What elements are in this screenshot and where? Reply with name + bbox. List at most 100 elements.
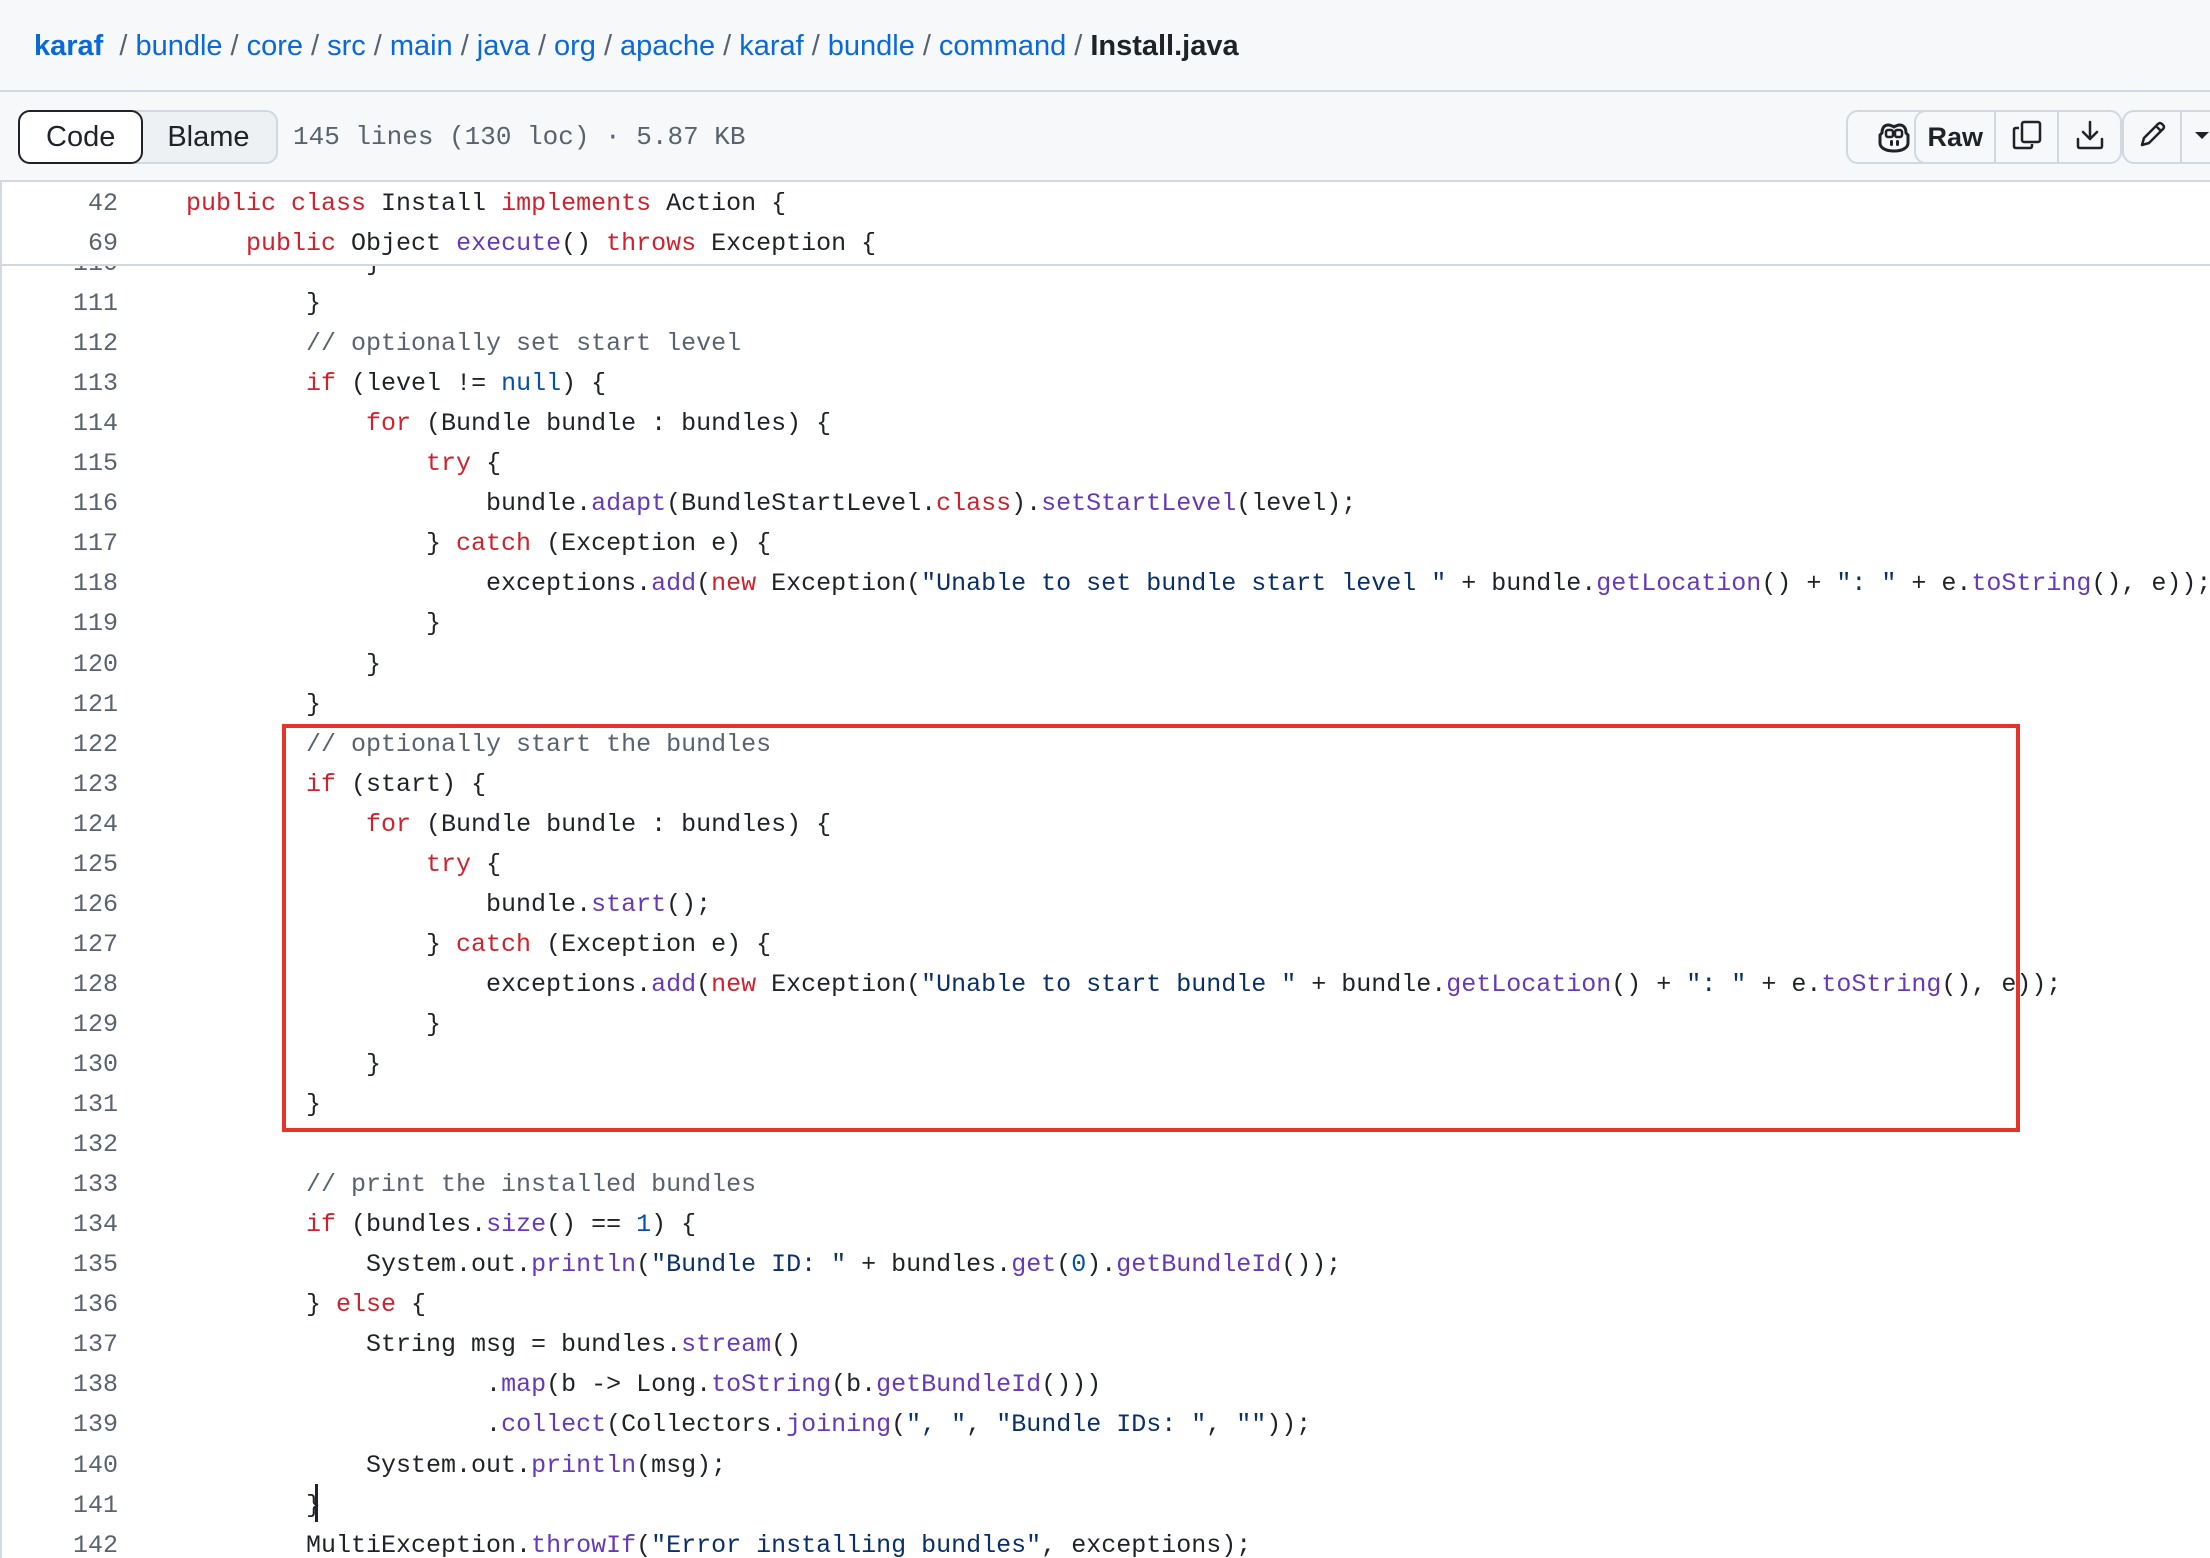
raw-button[interactable]: Raw	[1916, 112, 1997, 162]
line-number[interactable]: 142	[18, 1526, 118, 1558]
code-token: new	[711, 969, 757, 999]
line-number[interactable]: 112	[18, 324, 118, 364]
breadcrumb-link-bundle[interactable]: bundle	[135, 30, 222, 62]
line-number[interactable]: 111	[18, 284, 118, 324]
code-token: (level !=	[336, 369, 502, 399]
line-code: }	[186, 1005, 441, 1045]
edit-actions-group	[2122, 110, 2210, 164]
code-token: // optionally start the bundles	[186, 729, 772, 759]
breadcrumb-separator: /	[811, 30, 820, 62]
code-token: throws	[606, 229, 712, 258]
code-line: 136 } else {	[0, 1285, 2210, 1325]
line-number[interactable]: 42	[18, 184, 118, 224]
download-raw-button[interactable]	[2059, 112, 2120, 162]
line-number[interactable]: 126	[18, 885, 118, 925]
code-token: + bundle.	[1446, 569, 1597, 599]
code-token: setStartLevel	[1041, 489, 1237, 519]
line-number[interactable]: 118	[18, 564, 118, 604]
line-number[interactable]: 117	[18, 524, 118, 564]
file-info: 145 lines (130 loc) · 5.87 KB	[293, 122, 746, 152]
line-code: // print the installed bundles	[186, 1165, 756, 1205]
code-token: ,	[1206, 1410, 1237, 1440]
line-number[interactable]: 139	[18, 1405, 118, 1445]
line-number[interactable]: 128	[18, 965, 118, 1005]
raw-label: Raw	[1927, 121, 1983, 152]
line-number[interactable]: 121	[18, 685, 118, 725]
code-line: 133 // print the installed bundles	[0, 1165, 2210, 1205]
line-code: .map(b -> Long.toString(b.getBundleId())…	[186, 1365, 1101, 1405]
breadcrumb-link-core[interactable]: core	[247, 30, 303, 62]
breadcrumb-link-main[interactable]: main	[390, 30, 453, 62]
line-number[interactable]: 130	[18, 1045, 118, 1085]
code-token: ()))	[1041, 1370, 1102, 1400]
breadcrumb-link-org[interactable]: org	[554, 30, 596, 62]
line-number[interactable]: 110	[18, 266, 118, 284]
code-token: }	[186, 1009, 442, 1039]
line-number[interactable]: 127	[18, 925, 118, 965]
copy-raw-button[interactable]	[1996, 112, 2060, 162]
code-token: () +	[1761, 569, 1837, 599]
code-token: (), e));	[1941, 969, 2062, 999]
code-token: catch	[456, 529, 532, 559]
line-number[interactable]: 136	[18, 1285, 118, 1325]
more-edit-options-button[interactable]	[2182, 112, 2210, 162]
line-number[interactable]: 119	[18, 604, 118, 644]
line-number[interactable]: 137	[18, 1325, 118, 1365]
breadcrumb-separator: /	[537, 30, 547, 62]
line-number[interactable]: 115	[18, 444, 118, 484]
code-token: toString	[711, 1370, 832, 1400]
line-number[interactable]: 132	[18, 1125, 118, 1165]
line-number[interactable]: 69	[18, 224, 118, 264]
line-number[interactable]: 135	[18, 1245, 118, 1285]
line-number[interactable]: 114	[18, 404, 118, 444]
line-number[interactable]: 125	[18, 845, 118, 885]
breadcrumb-link-apache[interactable]: apache	[620, 30, 715, 62]
line-number[interactable]: 131	[18, 1085, 118, 1125]
line-number[interactable]: 140	[18, 1446, 118, 1486]
breadcrumb-link-java[interactable]: java	[477, 30, 530, 62]
edit-file-button[interactable]	[2124, 112, 2182, 162]
code-token: }	[186, 289, 322, 319]
breadcrumb-separator: /	[373, 30, 382, 62]
line-number[interactable]: 113	[18, 364, 118, 404]
tab-code[interactable]: Code	[18, 110, 144, 164]
code-token: joining	[786, 1410, 892, 1440]
breadcrumb-link-karaf[interactable]: karaf	[739, 30, 803, 62]
sticky-scope-header: 42 public class Install implements Action…	[0, 182, 2210, 266]
breadcrumb-link-command[interactable]: command	[939, 30, 1066, 62]
line-number[interactable]: 141	[18, 1486, 118, 1526]
breadcrumb-link-bundle[interactable]: bundle	[828, 30, 915, 62]
code-token: + e.	[1896, 569, 1972, 599]
line-code: } catch (Exception e) {	[186, 524, 771, 564]
code-token: Exception(	[756, 569, 922, 599]
line-number[interactable]: 133	[18, 1165, 118, 1205]
code-token: getBundleId	[1116, 1250, 1282, 1280]
line-number[interactable]: 122	[18, 725, 118, 765]
line-number[interactable]: 120	[18, 645, 118, 685]
code-token: (Exception e) {	[531, 929, 772, 959]
breadcrumb-separator: /	[311, 30, 320, 62]
code-token: {	[396, 1290, 427, 1320]
code-token: (b.	[831, 1370, 877, 1400]
line-number[interactable]: 129	[18, 1005, 118, 1045]
code-token: }	[186, 929, 457, 959]
line-number[interactable]: 116	[18, 484, 118, 524]
code-token: }	[186, 649, 382, 679]
line-number[interactable]: 124	[18, 805, 118, 845]
code-token: public	[186, 189, 292, 218]
breadcrumb-link-src[interactable]: src	[327, 30, 366, 62]
breadcrumb: karaf / bundle / core / src / main / java / org / apa…	[34, 26, 1239, 66]
line-number[interactable]: 123	[18, 765, 118, 805]
breadcrumb-root-link[interactable]: karaf	[34, 30, 103, 62]
code-token: }	[186, 609, 442, 639]
line-number[interactable]: 138	[18, 1365, 118, 1405]
tab-blame[interactable]: Blame	[141, 112, 275, 162]
line-number[interactable]: 134	[18, 1205, 118, 1245]
code-token: }	[186, 1050, 382, 1079]
code-token: println	[531, 1250, 637, 1280]
code-token: bundle.	[186, 489, 592, 519]
